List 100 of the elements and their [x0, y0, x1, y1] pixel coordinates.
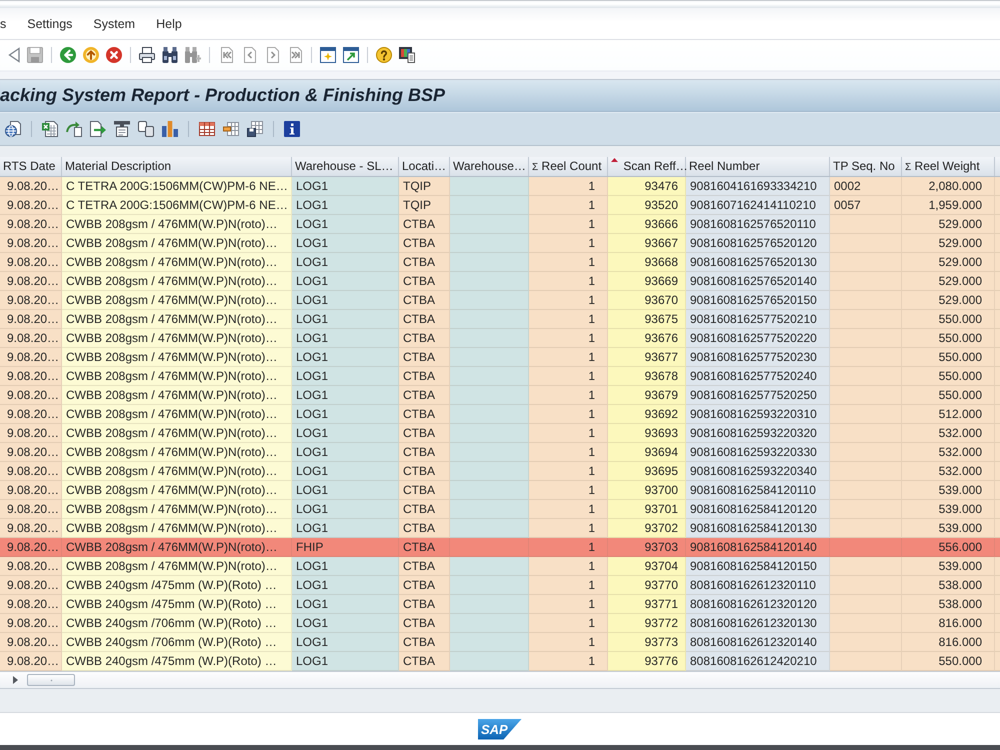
table-cell: 9081607162414110210	[686, 196, 830, 215]
table-cell: 539.000	[902, 500, 995, 519]
table-cell: CWBB 208gsm / 476MM(W.P)N(roto)…	[62, 519, 292, 538]
table-cell: 93770	[608, 576, 686, 595]
table-cell: 9.08.20…	[0, 215, 62, 234]
table-cell: CTBA	[399, 614, 450, 633]
table-cell: CTBA	[399, 386, 450, 405]
table-cell: 529.000	[902, 253, 995, 272]
curved-arrow-page-icon[interactable]	[66, 121, 82, 137]
table-cell: 9.08.20…	[0, 177, 62, 196]
table-cell: 93669	[608, 272, 686, 291]
table-cell: 9.08.20…	[0, 367, 62, 386]
info-icon[interactable]	[284, 121, 300, 137]
table-cell: 550.000	[902, 310, 995, 329]
column-header[interactable]: Material Description	[62, 157, 292, 176]
table-cell: CWBB 208gsm / 476MM(W.P)N(roto)…	[62, 253, 292, 272]
table-cell: CWBB 240gsm /706mm (W.P)(Roto) …	[62, 633, 292, 652]
menu-item[interactable]: System	[93, 16, 136, 30]
table-cell: 532.000	[902, 424, 995, 443]
table-cell: CTBA	[399, 500, 450, 519]
table-cell: 93702	[608, 519, 686, 538]
table-cell: LOG1	[292, 424, 399, 443]
menu-item[interactable]: s	[0, 16, 6, 30]
table-cell: CWBB 208gsm / 476MM(W.P)N(roto)…	[62, 481, 292, 500]
table-cell: 9.08.20…	[0, 519, 62, 538]
column-header[interactable]: Locati…	[399, 157, 450, 176]
form-icon[interactable]	[114, 121, 130, 137]
grid-floppy-icon[interactable]	[247, 121, 263, 137]
table-cell: 9081608162593220310	[686, 405, 830, 424]
table-cell: 9081608162577520210	[686, 310, 830, 329]
table-cell: CWBB 208gsm / 476MM(W.P)N(roto)…	[62, 291, 292, 310]
table-cell: 2,080.000	[902, 177, 995, 196]
column-header[interactable]: Scan Reff…	[608, 157, 686, 176]
table-cell: 550.000	[902, 386, 995, 405]
table-cell: 529.000	[902, 215, 995, 234]
table-cell: LOG1	[292, 386, 399, 405]
table-cell: 512.000	[902, 405, 995, 424]
column-header[interactable]: Σ Reel Count	[529, 157, 608, 176]
table-cell: 1	[529, 177, 608, 196]
table-cell: CWBB 208gsm / 476MM(W.P)N(roto)…	[62, 367, 292, 386]
page-globe-icon[interactable]	[5, 121, 21, 137]
table-cell: 93700	[608, 481, 686, 500]
table-cell: CTBA	[399, 424, 450, 443]
menu-item[interactable]: Help	[156, 16, 182, 30]
window-sparkle-icon[interactable]	[320, 47, 336, 63]
table-cell: 93676	[608, 329, 686, 348]
table-cell: LOG1	[292, 329, 399, 348]
table-cell: 1	[529, 386, 608, 405]
grid-tab-icon[interactable]	[223, 122, 239, 136]
table-cell: 8081608162612320120	[686, 595, 830, 614]
table-cell: C TETRA 200G:1506MM(CW)PM-6 NE…	[62, 177, 292, 196]
scroll-right-icon[interactable]	[13, 676, 18, 684]
column-header[interactable]: Reel Number	[686, 157, 830, 176]
table-cell: 93773	[608, 633, 686, 652]
back-icon[interactable]	[60, 47, 76, 63]
table-cell: 1	[529, 633, 608, 652]
overlapping-cards-icon[interactable]	[138, 121, 154, 137]
spreadsheet-icon[interactable]	[42, 121, 58, 137]
table-cell: LOG1	[292, 234, 399, 253]
column-header[interactable]: Warehouse…	[450, 157, 529, 176]
table-cell: TQIP	[399, 177, 450, 196]
table-cell: 1	[529, 348, 608, 367]
column-header[interactable]: RTS Date	[0, 157, 62, 176]
cancel-icon[interactable]	[106, 47, 122, 63]
table-cell: LOG1	[292, 272, 399, 291]
table-cell: CTBA	[399, 215, 450, 234]
triangle-left-icon[interactable]	[8, 47, 20, 63]
column-header[interactable]: Warehouse - SL…	[292, 157, 399, 176]
table-cell: CTBA	[399, 367, 450, 386]
table-cell: CTBA	[399, 633, 450, 652]
table-cell: 1	[529, 614, 608, 633]
table-cell: 9081608162576520120	[686, 234, 830, 253]
table-cell: 9.08.20…	[0, 424, 62, 443]
table-cell: 816.000	[902, 614, 995, 633]
up-arrow-circle-icon[interactable]	[83, 47, 99, 63]
table-cell: 9.08.20…	[0, 234, 62, 253]
printer-icon[interactable]	[139, 47, 155, 63]
binoculars-icon[interactable]	[162, 47, 178, 63]
table-cell: CWBB 208gsm / 476MM(W.P)N(roto)…	[62, 557, 292, 576]
bar-chart-icon[interactable]	[162, 121, 178, 137]
help-icon[interactable]	[376, 47, 392, 63]
table-cell: LOG1	[292, 500, 399, 519]
table-cell: 529.000	[902, 272, 995, 291]
page-arrow-icon[interactable]	[90, 121, 106, 137]
table-cell: 9081608162576520140	[686, 272, 830, 291]
table-cell: 1	[529, 367, 608, 386]
column-header[interactable]: TP Seq. No	[830, 157, 902, 176]
table-cell: 539.000	[902, 481, 995, 500]
grid-icon[interactable]	[199, 122, 215, 136]
table-cell: 550.000	[902, 367, 995, 386]
table-cell: 9.08.20…	[0, 481, 62, 500]
monitor-page-icon[interactable]	[399, 47, 415, 63]
column-header[interactable]: Σ Reel Weight	[902, 157, 995, 176]
menu-item[interactable]: Settings	[27, 16, 72, 30]
table-cell: 1	[529, 253, 608, 272]
table-cell: 1	[529, 196, 608, 215]
table-cell: LOG1	[292, 348, 399, 367]
table-cell: CWBB 208gsm / 476MM(W.P)N(roto)…	[62, 500, 292, 519]
screen-title: acking System Report - Production & Finishing BSP	[0, 85, 446, 106]
scrollbar-thumb[interactable]	[27, 674, 75, 686]
